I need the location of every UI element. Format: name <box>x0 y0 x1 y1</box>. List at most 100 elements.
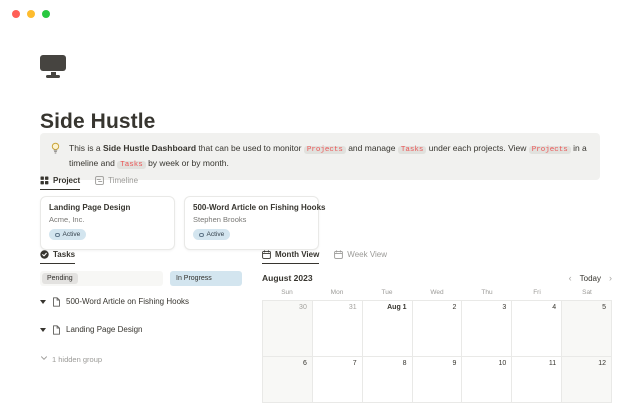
calendar-day-cell[interactable]: 6 <box>263 357 313 403</box>
gallery-icon <box>40 176 49 185</box>
project-card-client: Stephen Brooks <box>193 215 310 224</box>
page-title: Side Hustle <box>40 110 155 134</box>
weekday-label: Thu <box>462 289 512 298</box>
day-number: 11 <box>549 360 556 367</box>
calendar-day-cell[interactable]: 4 <box>512 301 562 357</box>
calendar-day-cell[interactable]: 12 <box>562 357 612 403</box>
board-column-headers: Pending In Progress <box>40 271 245 286</box>
status-badge: Active <box>193 229 230 240</box>
inline-code: Tasks <box>117 161 146 169</box>
day-number: 12 <box>598 360 606 367</box>
calendar-grid: 30 31 Aug 1 2 3 4 5 67 8 9 10 11 12 <box>262 300 612 403</box>
callout-text-segment: that can be used to monitor <box>196 143 304 153</box>
toggle-triangle-icon[interactable] <box>40 328 46 332</box>
status-dot-icon <box>199 233 204 238</box>
column-pending: Pending <box>40 271 163 286</box>
day-number: Aug 1 <box>387 304 406 311</box>
calendar-day-cell[interactable]: 30 <box>263 301 313 357</box>
tab-week-view[interactable]: Week View <box>334 250 387 264</box>
project-card-title: 500-Word Article on Fishing Hooks <box>193 203 310 212</box>
project-card[interactable]: Landing Page DesignAcme, Inc.Active <box>40 196 175 250</box>
callout-text-segment: by week or by month. <box>146 158 229 168</box>
calendar-day-cell[interactable]: 9 <box>413 357 463 403</box>
today-button[interactable]: Today <box>580 274 601 283</box>
project-cards: Landing Page DesignAcme, Inc.Active500-W… <box>40 196 319 250</box>
calendar-day-cell[interactable]: 11 <box>512 357 562 403</box>
page-icon <box>52 325 61 335</box>
tab-timeline[interactable]: Timeline <box>95 176 138 190</box>
status-chip-pending: Pending <box>42 273 78 284</box>
column-in-progress: In Progress <box>170 271 242 286</box>
calendar-nav: ‹ Today › <box>569 274 612 283</box>
calendar-day-cell[interactable]: 5 <box>562 301 612 357</box>
calendar-section: Month View Week View August 2023 ‹ Today… <box>262 250 612 403</box>
status-dot-icon <box>55 233 60 238</box>
calendar-tabs: Month View Week View <box>262 250 612 264</box>
minimize-button[interactable] <box>27 10 35 18</box>
calendar-day-cell[interactable]: Aug 1 <box>363 301 413 357</box>
calendar-day-cell[interactable]: 8 <box>363 357 413 403</box>
chevron-left-icon[interactable]: ‹ <box>569 274 572 283</box>
inline-code: Tasks <box>398 146 427 154</box>
hidden-group-label: 1 hidden group <box>52 355 102 364</box>
tasks-section: Tasks Pending In Progress 500-Word Artic… <box>40 250 245 364</box>
tab-tasks[interactable]: Tasks <box>40 250 75 264</box>
calendar-day-cell[interactable]: 10 <box>462 357 512 403</box>
weekday-label: Wed <box>412 289 462 298</box>
day-number: 9 <box>453 360 457 367</box>
monitor-icon <box>40 55 66 78</box>
weekday-label: Sat <box>562 289 612 298</box>
zoom-button[interactable] <box>42 10 50 18</box>
task-groups: 500-Word Article on Fishing Hooks Landing… <box>40 296 245 335</box>
task-group-row[interactable]: Landing Page Design <box>40 324 245 335</box>
calendar-month-label: August 2023 <box>262 273 313 283</box>
status-badge-label: Active <box>63 231 81 238</box>
task-group-label: Landing Page Design <box>66 325 143 334</box>
task-group-label: 500-Word Article on Fishing Hooks <box>66 297 189 306</box>
timeline-icon <box>95 176 104 185</box>
chevron-down-icon <box>40 354 48 364</box>
close-button[interactable] <box>12 10 20 18</box>
callout-text-segment: This is a <box>69 143 103 153</box>
calendar-icon <box>262 250 271 259</box>
day-number: 31 <box>349 304 357 311</box>
day-number: 10 <box>498 360 506 367</box>
day-number: 8 <box>403 360 407 367</box>
calendar-day-cell[interactable]: 7 <box>313 357 363 403</box>
weekday-label: Sun <box>262 289 312 298</box>
chevron-right-icon[interactable]: › <box>609 274 612 283</box>
weekday-label: Fri <box>512 289 562 298</box>
project-card[interactable]: 500-Word Article on Fishing Hooks Stephen… <box>184 196 319 250</box>
inline-code: Projects <box>529 146 571 154</box>
calendar-icon <box>334 250 343 259</box>
calendar-day-cell[interactable]: 2 <box>413 301 463 357</box>
weekday-header: SunMonTueWedThuFriSat <box>262 289 612 298</box>
tab-label: Month View <box>275 250 319 259</box>
tab-label: Timeline <box>108 176 138 185</box>
inline-code: Projects <box>304 146 346 154</box>
callout: This is a Side Hustle Dashboard that can… <box>40 133 600 180</box>
toggle-triangle-icon[interactable] <box>40 300 46 304</box>
day-number: 2 <box>453 304 457 311</box>
calendar-day-cell[interactable]: 3 <box>462 301 512 357</box>
day-number: 30 <box>299 304 307 311</box>
window-controls <box>12 10 50 18</box>
tab-label: Week View <box>347 250 387 259</box>
check-circle-icon <box>40 250 49 259</box>
tab-month-view[interactable]: Month View <box>262 250 319 264</box>
tab-project[interactable]: Project <box>40 176 80 190</box>
day-number: 5 <box>602 304 606 311</box>
callout-text-segment: and manage <box>346 143 398 153</box>
task-group-row[interactable]: 500-Word Article on Fishing Hooks <box>40 296 245 307</box>
calendar-day-cell[interactable]: 31 <box>313 301 363 357</box>
callout-text: This is a Side Hustle Dashboard that can… <box>69 141 590 172</box>
weekday-label: Mon <box>312 289 362 298</box>
calendar-header: August 2023 ‹ Today › <box>262 272 612 284</box>
tab-label: Project <box>53 176 80 185</box>
project-card-client: Acme, Inc. <box>49 215 166 224</box>
day-number: 3 <box>502 304 506 311</box>
hidden-group-toggle[interactable]: 1 hidden group <box>40 354 245 364</box>
callout-text-segment: under each projects. View <box>426 143 528 153</box>
day-number: 4 <box>552 304 556 311</box>
page-icon <box>52 297 61 307</box>
